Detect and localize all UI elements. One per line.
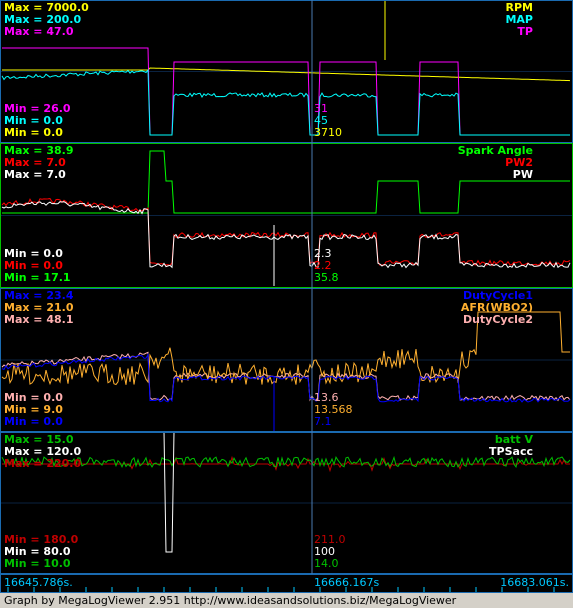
panel2-legend-item: PW xyxy=(512,168,533,181)
panel4-legend-item: TPSacc xyxy=(489,445,533,458)
panel3-legend-item: DutyCycle2 xyxy=(462,313,533,326)
panel1-legend-item: TP xyxy=(517,25,533,38)
panel1-min-label: Min = 0.0 xyxy=(4,126,63,139)
panel2-min-label: Min = 17.1 xyxy=(4,271,71,284)
panel1-cursor-value: 3710 xyxy=(314,126,342,139)
footer-credit: Graph by MegaLogViewer 2.951 http://www.… xyxy=(0,593,573,608)
time-start-label: 16645.786s. xyxy=(4,576,73,589)
panel4-cursor-value: 14.0 xyxy=(314,557,339,570)
panel4-max-label: Max = 220.0 xyxy=(4,457,82,470)
panel1-max-label: Max = 47.0 xyxy=(4,25,74,38)
panel2-cursor-value: 35.8 xyxy=(314,271,339,284)
panel2-max-label: Max = 7.0 xyxy=(4,168,66,181)
time-end-label: 16683.061s. xyxy=(500,576,569,589)
panel3-min-label: Min = 0.0 xyxy=(4,415,63,428)
time-cursor-label: 16666.167s xyxy=(314,576,380,589)
panel3-cursor-value: 7.1 xyxy=(314,415,332,428)
panel3-max-label: Max = 48.1 xyxy=(4,313,74,326)
panel4-min-label: Min = 10.0 xyxy=(4,557,71,570)
